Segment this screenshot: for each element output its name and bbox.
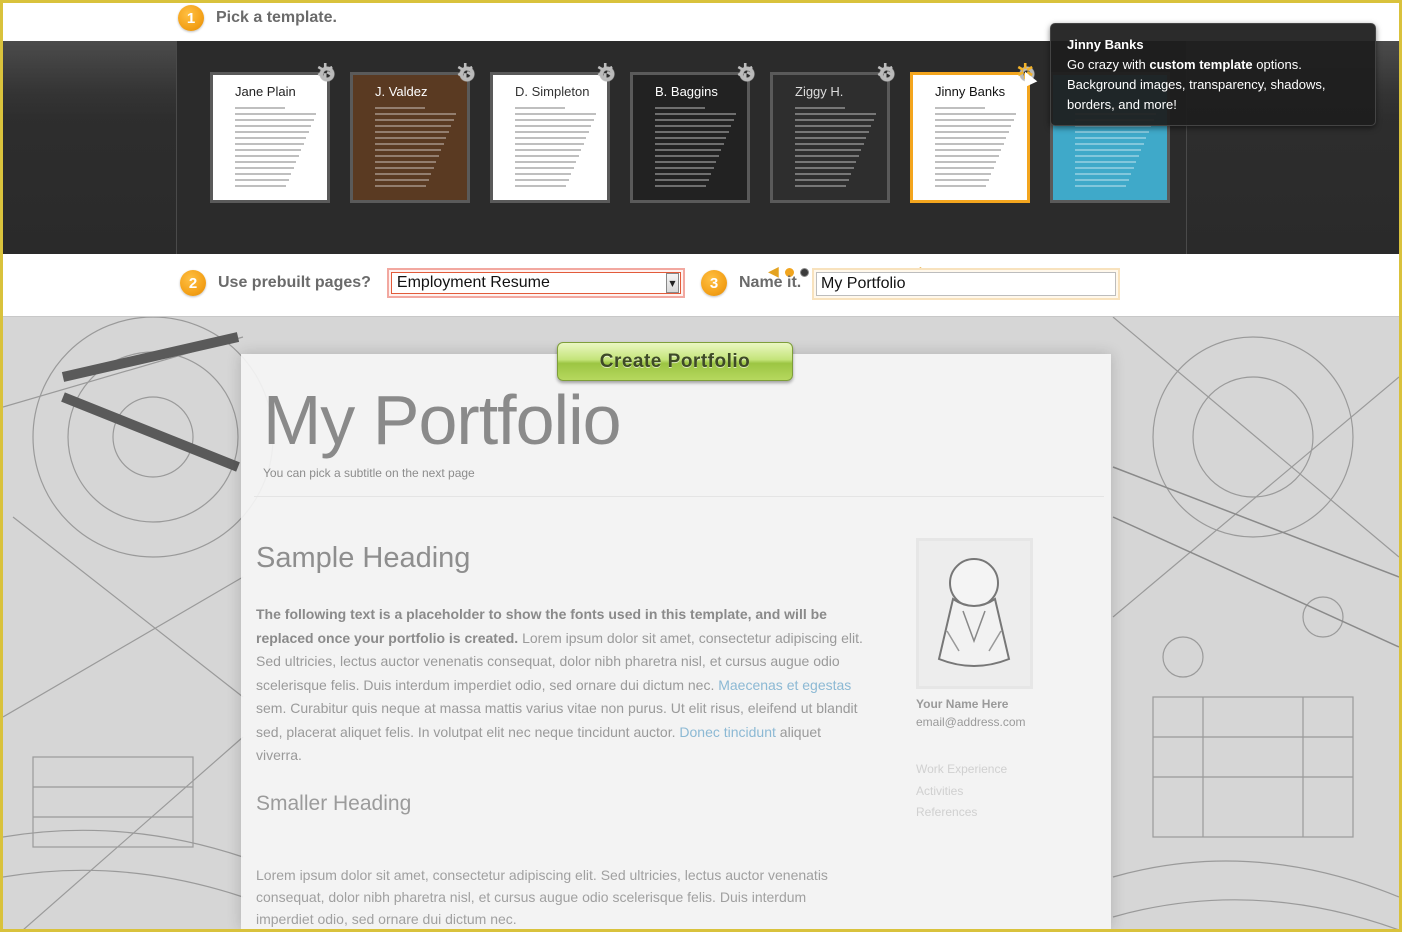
step-2-row: 2 Use prebuilt pages? Employment Resume … — [180, 268, 685, 298]
preview-nav-item[interactable]: Activities — [916, 781, 1007, 803]
dropdown-arrow-icon[interactable]: ▼ — [665, 273, 679, 293]
step-1-badge: 1 — [178, 5, 204, 31]
prebuilt-pages-selected-value: Employment Resume — [396, 274, 550, 291]
preview-link-1[interactable]: Maecenas et egestas — [718, 677, 851, 693]
template-thumbnail[interactable]: Ziggy H. — [770, 72, 890, 203]
preview-heading: Sample Heading — [256, 542, 471, 574]
gear-icon[interactable] — [316, 60, 337, 85]
template-name: J. Valdez — [375, 84, 428, 99]
step-1-label: Pick a template. — [216, 9, 337, 26]
template-preview-lines — [795, 107, 879, 191]
template-preview-lines — [235, 107, 319, 191]
template-preview-lines — [935, 107, 1019, 191]
template-carousel-track: Jane Plain J. Valdez D. Simpleton B. Baggin… — [176, 41, 1187, 280]
template-thumbnail[interactable]: Jane Plain — [210, 72, 330, 203]
preview-paragraph: The following text is a placeholder to s… — [256, 606, 863, 763]
preview-subheading: Smaller Heading — [256, 792, 412, 815]
template-thumbnail[interactable]: B. Baggins — [630, 72, 750, 203]
template-preview-lines — [515, 107, 599, 191]
preview-divider — [254, 496, 1104, 497]
step-2-label: Use prebuilt pages? — [218, 274, 371, 291]
step-3-badge: 3 — [701, 270, 727, 296]
tooltip-line-3: borders, and more! — [1067, 97, 1177, 112]
portfolio-name-input[interactable] — [816, 272, 1116, 296]
preview-nav-item[interactable]: Work Experience — [916, 759, 1007, 781]
step-2-badge: 2 — [180, 270, 206, 296]
tooltip-line-2: Background images, transparency, shadows… — [1067, 77, 1326, 92]
create-portfolio-button[interactable]: Create Portfolio — [557, 342, 793, 381]
template-name: Ziggy H. — [795, 84, 844, 99]
template-name: B. Baggins — [655, 84, 718, 99]
step-3-row: 3 Name it. — [701, 268, 801, 298]
prebuilt-pages-select-wrapper: Employment Resume ▼ — [386, 268, 685, 298]
template-name: D. Simpleton — [515, 84, 590, 99]
avatar — [916, 538, 1033, 689]
template-thumbnail[interactable]: J. Valdez — [350, 72, 470, 203]
tooltip-title: Jinny Banks — [1067, 37, 1144, 52]
avatar-figure-icon — [919, 541, 1030, 686]
gear-icon[interactable] — [456, 60, 477, 85]
template-thumbnail[interactable]: D. Simpleton — [490, 72, 610, 203]
gear-icon[interactable] — [736, 60, 757, 85]
preview-title: My Portfolio — [263, 381, 622, 459]
template-name: Jinny Banks — [935, 84, 1006, 99]
preview-link-2[interactable]: Donec tincidunt — [679, 724, 776, 740]
tooltip-line-1: Go crazy with custom template options. — [1067, 57, 1302, 72]
prebuilt-pages-select[interactable]: Employment Resume ▼ — [390, 272, 681, 294]
template-tooltip: Jinny Banks Go crazy with custom templat… — [1050, 23, 1376, 126]
step-3-label: Name it. — [739, 274, 802, 291]
preview-email: email@address.com — [916, 715, 1026, 729]
template-thumbnail[interactable]: Jinny Banks — [910, 72, 1030, 203]
preview-nav: Work Experience Activities References — [916, 759, 1007, 824]
portfolio-name-wrapper — [812, 268, 1120, 300]
gear-icon[interactable] — [876, 60, 897, 85]
gear-icon[interactable] — [596, 60, 617, 85]
preview-name: Your Name Here — [916, 697, 1009, 711]
preview-nav-item[interactable]: References — [916, 802, 1007, 824]
preview-paragraph-2: Lorem ipsum dolor sit amet, consectetur … — [256, 867, 828, 927]
step-1-header: 1 Pick a template. — [178, 4, 337, 32]
template-name: Jane Plain — [235, 84, 296, 99]
template-preview-lines — [375, 107, 459, 191]
preview-subtitle: You can pick a subtitle on the next page — [263, 466, 475, 480]
template-preview-lines — [655, 107, 739, 191]
